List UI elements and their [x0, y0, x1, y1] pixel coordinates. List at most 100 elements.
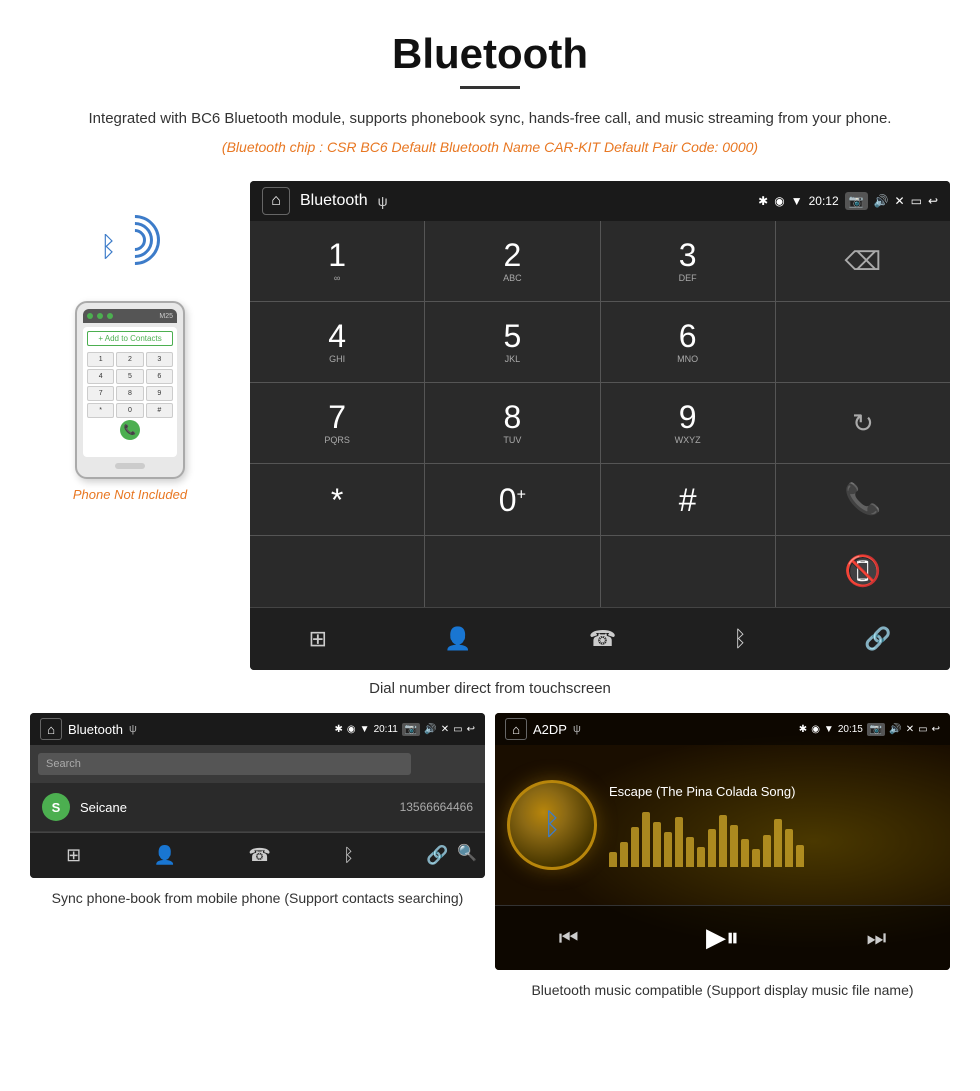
- eq-bar: [697, 847, 705, 867]
- clock: 20:12: [809, 194, 839, 208]
- car-dialer-screen: ⌂ Bluetooth ψ ✱ ◉ ▼ 20:12 📷 🔊 ✕ ▭ ↩: [250, 181, 950, 670]
- phone-carrier: M25: [159, 313, 173, 320]
- album-bluetooth-icon: ᛒ: [543, 808, 561, 842]
- dial-call-green[interactable]: 📞: [776, 464, 950, 535]
- pb-usb-icon: ψ: [129, 723, 137, 735]
- phone-call-btn: 📞: [120, 420, 140, 440]
- phone-key-4: 4: [87, 369, 114, 384]
- pb-bottom-bt-icon[interactable]: ᛒ: [331, 841, 366, 870]
- dial-key-hash[interactable]: #: [601, 464, 775, 535]
- pb-bottom-bar: ⊞ 👤 ☎ ᛒ 🔗: [30, 832, 485, 878]
- bottom-grid-icon[interactable]: ⊞: [293, 620, 343, 658]
- phone-bottom-row: 📞: [87, 420, 173, 440]
- bottom-link-icon[interactable]: 🔗: [848, 620, 907, 658]
- phone-add-contact: + Add to Contacts: [87, 331, 173, 346]
- bottom-contacts-icon[interactable]: 👤: [428, 620, 487, 658]
- back-icon: ↩: [928, 194, 938, 208]
- pb-bottom-link-icon[interactable]: 🔗: [414, 841, 460, 870]
- phone-key-0: 0: [116, 403, 143, 418]
- dial-key-star[interactable]: *: [250, 464, 424, 535]
- phone-home-button: [115, 463, 145, 469]
- main-content-area: ᛒ M25 + Add to Contacts 1 2 3 4 5: [0, 181, 980, 670]
- pb-search-field[interactable]: Search: [38, 753, 411, 775]
- dial-key-8[interactable]: 8 TUV: [425, 383, 599, 463]
- music-home-button[interactable]: ⌂: [505, 718, 527, 740]
- dialer-grid: 1 ∞ 2 ABC 3 DEF ⌫ 4 GHI: [250, 221, 950, 607]
- dial-key-6[interactable]: 6 MNO: [601, 302, 775, 382]
- music-back-icon: ↩: [932, 724, 940, 735]
- pb-contact-list: S Seicane 13566664466: [30, 783, 485, 832]
- play-pause-button[interactable]: ▶⏸: [690, 918, 755, 958]
- red-call-icon: 📵: [844, 554, 881, 589]
- dial-key-5[interactable]: 5 JKL: [425, 302, 599, 382]
- dial-key-7[interactable]: 7 PQRS: [250, 383, 424, 463]
- pb-contact-name: Seicane: [80, 800, 400, 815]
- phone-key-3: 3: [146, 352, 173, 367]
- eq-bar: [774, 819, 782, 867]
- pb-status-left: ⌂ Bluetooth ψ: [40, 718, 137, 740]
- eq-bar: [741, 839, 749, 867]
- album-art: ᛒ: [507, 780, 597, 870]
- title-underline: [460, 86, 520, 89]
- pb-home-button[interactable]: ⌂: [40, 718, 62, 740]
- eq-bar: [653, 822, 661, 867]
- music-clock: 20:15: [838, 724, 863, 735]
- car-screen-main: ⌂ Bluetooth ψ ✱ ◉ ▼ 20:12 📷 🔊 ✕ ▭ ↩: [250, 181, 950, 670]
- dial-key-2[interactable]: 2 ABC: [425, 221, 599, 301]
- eq-bar: [763, 835, 771, 867]
- camera-icon: 📷: [845, 192, 868, 210]
- window-icon: ▭: [911, 194, 922, 208]
- dial-key-1[interactable]: 1 ∞: [250, 221, 424, 301]
- phonebook-panel: ⌂ Bluetooth ψ ✱ ◉ ▼ 20:11 📷 🔊 ✕ ▭ ↩: [30, 713, 485, 1001]
- pb-search-side-icon[interactable]: 🔍: [457, 843, 477, 863]
- pb-side-icons: 🔍 ☎ ↻: [457, 843, 477, 878]
- dial-empty-1: ⌫: [776, 221, 950, 301]
- bottom-panels: ⌂ Bluetooth ψ ✱ ◉ ▼ 20:11 📷 🔊 ✕ ▭ ↩: [0, 713, 980, 1021]
- close-icon: ✕: [895, 194, 905, 208]
- music-screen: ⌂ A2DP ψ ✱ ◉ ▼ 20:15 📷 🔊 ✕ ▭ ↩: [495, 713, 950, 970]
- phone-key-7: 7: [87, 386, 114, 401]
- next-track-button[interactable]: ⏭: [850, 921, 902, 955]
- dial-key-0[interactable]: 0+: [425, 464, 599, 535]
- phone-key-6: 6: [146, 369, 173, 384]
- pb-location-icon: ◉: [347, 724, 356, 735]
- pb-contact-row[interactable]: S Seicane 13566664466: [30, 783, 485, 832]
- dial-key-4[interactable]: 4 GHI: [250, 302, 424, 382]
- bottom-phone-icon[interactable]: ☎: [573, 620, 632, 658]
- phone-screen: + Add to Contacts 1 2 3 4 5 6 7 8 9 * 0 …: [83, 327, 177, 457]
- dial-empty-2: [776, 302, 950, 382]
- eq-bar: [686, 837, 694, 867]
- car-screen-title: Bluetooth: [300, 192, 368, 210]
- dial-key-3[interactable]: 3 DEF: [601, 221, 775, 301]
- volume-icon: 🔊: [874, 194, 889, 208]
- pb-bottom-phone-icon[interactable]: ☎: [236, 841, 282, 870]
- music-signal-icon: ▼: [824, 724, 834, 735]
- dial-call-red[interactable]: 📵: [776, 536, 950, 607]
- music-volume-icon: 🔊: [889, 724, 901, 735]
- redial-icon[interactable]: ↻: [852, 408, 874, 439]
- pb-contact-avatar: S: [42, 793, 70, 821]
- bluetooth-status-icon: ✱: [758, 194, 768, 208]
- car-home-button[interactable]: ⌂: [262, 187, 290, 215]
- backspace-icon[interactable]: ⌫: [844, 246, 881, 277]
- phone-mockup: M25 + Add to Contacts 1 2 3 4 5 6 7 8 9 …: [75, 301, 185, 479]
- pb-bottom-grid-icon[interactable]: ⊞: [54, 841, 93, 870]
- pb-signal-icon: ▼: [360, 724, 370, 735]
- pb-bottom-user-icon[interactable]: 👤: [142, 841, 188, 870]
- phone-key-hash: #: [146, 403, 173, 418]
- eq-bar: [631, 827, 639, 867]
- signal-arc-3: [100, 205, 171, 276]
- song-title: Escape (The Pina Colada Song): [609, 784, 938, 799]
- bottom-bluetooth-icon[interactable]: ᛒ: [718, 620, 763, 658]
- eq-bar: [730, 825, 738, 867]
- pb-camera-icon: 📷: [402, 723, 420, 736]
- prev-track-button[interactable]: ⏮: [543, 921, 595, 955]
- equalizer-bars: [609, 807, 938, 867]
- phone-keypad: 1 2 3 4 5 6 7 8 9 * 0 #: [87, 352, 173, 418]
- dialer-bottom-bar: ⊞ 👤 ☎ ᛒ 🔗: [250, 607, 950, 670]
- eq-bar: [620, 842, 628, 867]
- pb-close-icon: ✕: [441, 724, 449, 735]
- music-caption: Bluetooth music compatible (Support disp…: [495, 980, 950, 1001]
- location-icon: ◉: [774, 194, 784, 208]
- dial-key-9[interactable]: 9 WXYZ: [601, 383, 775, 463]
